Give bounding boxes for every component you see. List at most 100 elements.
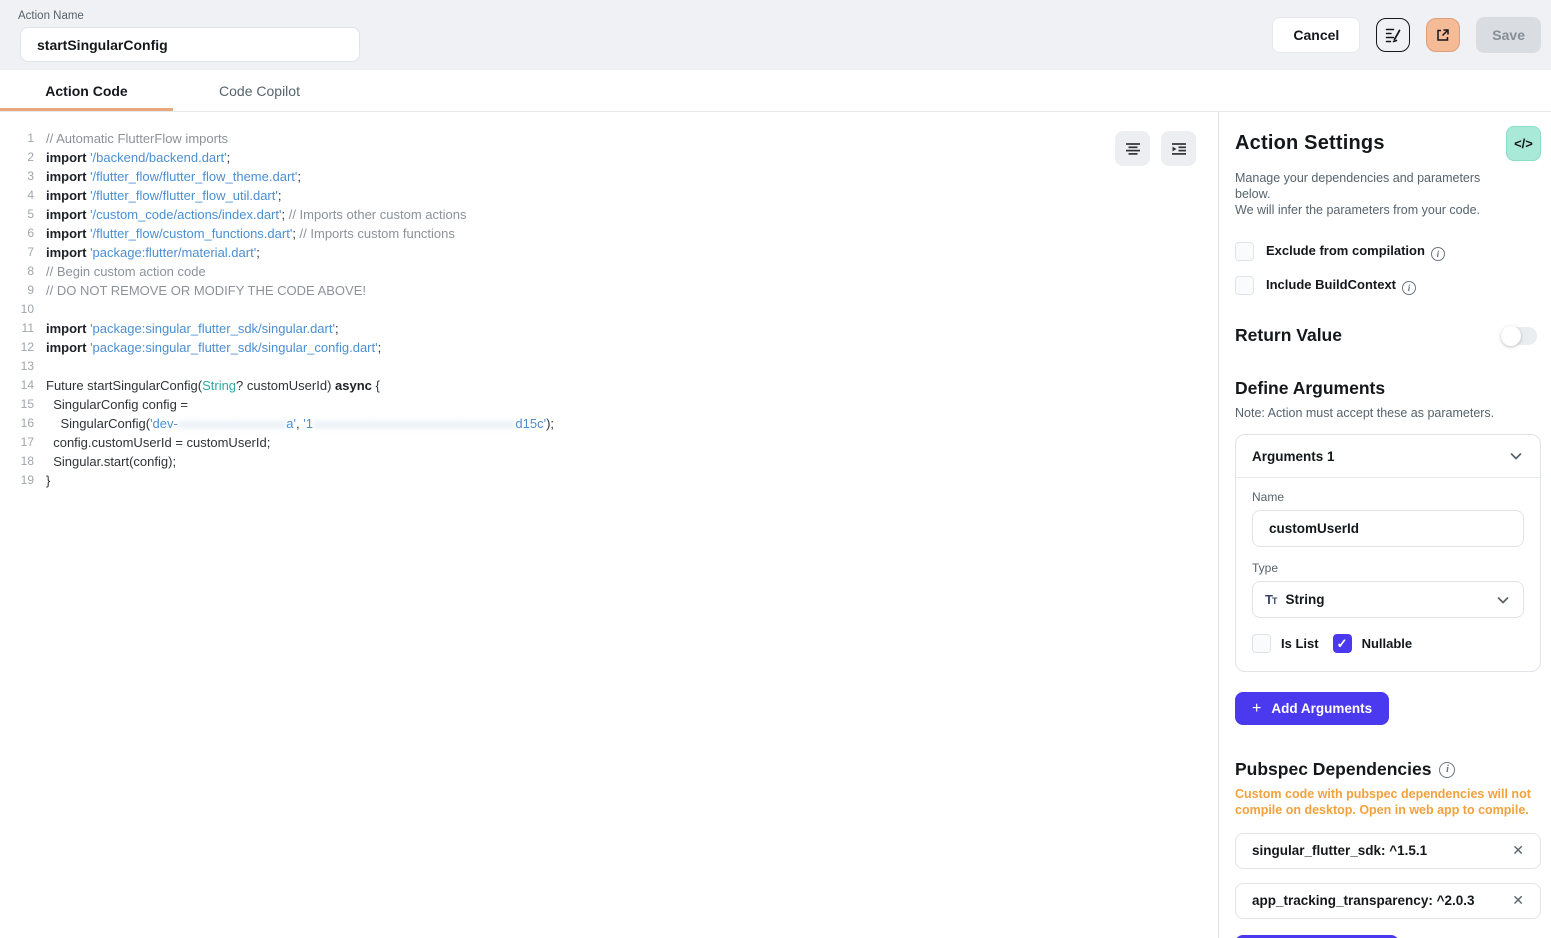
cancel-button[interactable]: Cancel bbox=[1272, 17, 1361, 53]
action-name-input[interactable] bbox=[20, 27, 360, 62]
panel-title: Action Settings bbox=[1235, 132, 1385, 154]
line-number: 7 bbox=[27, 245, 34, 259]
add-arguments-label: Add Arguments bbox=[1271, 701, 1373, 716]
add-dependency-button[interactable]: + Add Dependency bbox=[1235, 934, 1399, 938]
code-line: 16 SingularConfig('dev-aaaaaaaaaaaaaaaa'… bbox=[0, 414, 1218, 433]
is-list-checkbox[interactable] bbox=[1252, 634, 1271, 653]
line-number: 15 bbox=[20, 397, 34, 411]
panel-description-line1: Manage your dependencies and parameters … bbox=[1235, 171, 1481, 201]
line-number: 11 bbox=[21, 321, 34, 335]
argument-card-header[interactable]: Arguments 1 bbox=[1236, 435, 1540, 478]
exclude-compilation-checkbox[interactable] bbox=[1235, 242, 1254, 261]
top-bar: Action Name Cancel bbox=[0, 0, 1551, 70]
code-line: 11 import 'package:singular_flutter_sdk/s… bbox=[0, 319, 1218, 338]
argument-name-label: Name bbox=[1252, 490, 1285, 504]
code-line: 12 import 'package:singular_flutter_sdk/s… bbox=[0, 338, 1218, 357]
return-value-title: Return Value bbox=[1235, 325, 1342, 345]
argument-type-label: Type bbox=[1252, 561, 1279, 575]
exclude-compilation-text: Exclude from compilation bbox=[1266, 242, 1425, 258]
code-line: 14 Future startSingularConfig(String? cus… bbox=[0, 376, 1218, 395]
line-number: 14 bbox=[20, 378, 34, 392]
line-number: 5 bbox=[27, 207, 34, 221]
line-number: 10 bbox=[20, 302, 34, 316]
plus-icon: + bbox=[1252, 699, 1262, 717]
dependency-text: singular_flutter_sdk: ^1.5.1 bbox=[1252, 843, 1428, 858]
remove-dependency-icon[interactable]: ✕ bbox=[1510, 890, 1526, 911]
code-line: 10 bbox=[0, 300, 1218, 319]
code-line: 19} bbox=[0, 471, 1218, 490]
pubspec-dependencies-title: Pubspec Dependencies bbox=[1235, 759, 1432, 779]
code-lines: 1// Automatic FlutterFlow imports 2 import… bbox=[0, 129, 1218, 490]
argument-type-select[interactable]: TT String bbox=[1252, 581, 1524, 618]
tab-action-code[interactable]: Action Code bbox=[0, 70, 173, 111]
include-buildcontext-label: Include BuildContext i bbox=[1266, 277, 1416, 295]
code-line: 6 import '/flutter_flow/custom_functions.… bbox=[0, 224, 1218, 243]
panel-description: Manage your dependencies and parameters … bbox=[1235, 170, 1495, 218]
dependency-pill: app_tracking_transparency: ^2.0.3 ✕ bbox=[1235, 882, 1541, 919]
is-list-label: Is List bbox=[1281, 636, 1319, 651]
code-line: 9// DO NOT REMOVE OR MODIFY THE CODE ABO… bbox=[0, 281, 1218, 300]
align-code-button[interactable] bbox=[1115, 131, 1150, 166]
add-arguments-button[interactable]: + Add Arguments bbox=[1235, 692, 1390, 725]
line-number: 8 bbox=[27, 264, 34, 278]
action-settings-panel: Action Settings </> Manage your dependen… bbox=[1218, 112, 1551, 938]
line-number: 6 bbox=[27, 226, 34, 240]
line-number: 18 bbox=[20, 454, 34, 468]
nullable-label: Nullable bbox=[1361, 636, 1413, 651]
return-value-toggle[interactable] bbox=[1501, 325, 1537, 346]
toggle-knob bbox=[1501, 325, 1521, 346]
include-buildcontext-checkbox[interactable] bbox=[1235, 276, 1254, 295]
open-in-web-button[interactable] bbox=[1426, 18, 1461, 52]
remove-dependency-icon[interactable]: ✕ bbox=[1510, 840, 1526, 861]
view-code-button[interactable]: </> bbox=[1506, 126, 1541, 161]
line-number: 1 bbox=[27, 131, 34, 145]
format-code-icon bbox=[1384, 26, 1402, 44]
pubspec-warning: Custom code with pubspec dependencies wi… bbox=[1235, 787, 1531, 818]
info-icon[interactable]: i bbox=[1430, 246, 1445, 261]
code-line: 17 config.customUserId = customUserId; bbox=[0, 433, 1218, 452]
code-line: 4 import '/flutter_flow/flutter_flow_util… bbox=[0, 186, 1218, 205]
dependency-pill: singular_flutter_sdk: ^1.5.1 ✕ bbox=[1235, 832, 1541, 869]
argument-type-value: String bbox=[1285, 592, 1325, 607]
nullable-checkbox[interactable]: ✓ bbox=[1332, 634, 1352, 653]
line-number: 17 bbox=[20, 435, 34, 449]
code-editor[interactable]: 1// Automatic FlutterFlow imports 2 import… bbox=[0, 112, 1218, 938]
info-icon[interactable]: i bbox=[1402, 280, 1416, 295]
tab-code-copilot[interactable]: Code Copilot bbox=[173, 70, 346, 111]
argument-name-input[interactable] bbox=[1252, 510, 1524, 547]
code-line: 1// Automatic FlutterFlow imports bbox=[0, 129, 1218, 148]
line-number: 16 bbox=[20, 416, 34, 430]
argument-card-title: Arguments 1 bbox=[1252, 448, 1335, 464]
main-content: 1// Automatic FlutterFlow imports 2 import… bbox=[0, 112, 1551, 938]
external-link-icon bbox=[1435, 27, 1451, 43]
string-type-icon: TT bbox=[1265, 592, 1277, 607]
code-line: 5 import '/custom_code/actions/index.dart… bbox=[0, 205, 1218, 224]
line-number: 3 bbox=[27, 169, 34, 183]
chevron-down-icon bbox=[1495, 592, 1511, 608]
line-number: 13 bbox=[20, 359, 34, 373]
tab-bar: Action Code Code Copilot bbox=[0, 70, 1551, 112]
line-number: 19 bbox=[20, 473, 34, 487]
editor-toolbar bbox=[1115, 131, 1196, 166]
info-icon[interactable]: i bbox=[1439, 761, 1456, 778]
panel-description-line2: We will infer the parameters from your c… bbox=[1235, 203, 1481, 217]
code-line: 13 bbox=[0, 357, 1218, 376]
line-number: 12 bbox=[20, 340, 34, 354]
indent-code-button[interactable] bbox=[1161, 131, 1196, 166]
indent-icon bbox=[1170, 140, 1188, 158]
define-arguments-note: Note: Action must accept these as parame… bbox=[1235, 406, 1495, 420]
code-line: 7 import 'package:flutter/material.dart'; bbox=[0, 243, 1218, 262]
format-code-button[interactable] bbox=[1376, 18, 1411, 52]
code-line: 8// Begin custom action code bbox=[0, 262, 1218, 281]
argument-card: Arguments 1 Name Type TT String bbox=[1235, 434, 1541, 672]
topbar-actions: Cancel Save bbox=[1272, 17, 1541, 53]
align-center-icon bbox=[1124, 140, 1142, 158]
line-number: 9 bbox=[27, 283, 34, 297]
exclude-compilation-label: Exclude from compilation i bbox=[1266, 243, 1445, 261]
line-number: 2 bbox=[27, 150, 34, 164]
line-number: 4 bbox=[27, 188, 34, 202]
code-line: 15 SingularConfig config = bbox=[0, 395, 1218, 414]
code-line: 3 import '/flutter_flow/flutter_flow_them… bbox=[0, 167, 1218, 186]
save-button[interactable]: Save bbox=[1476, 17, 1541, 53]
include-buildcontext-text: Include BuildContext bbox=[1266, 276, 1396, 292]
